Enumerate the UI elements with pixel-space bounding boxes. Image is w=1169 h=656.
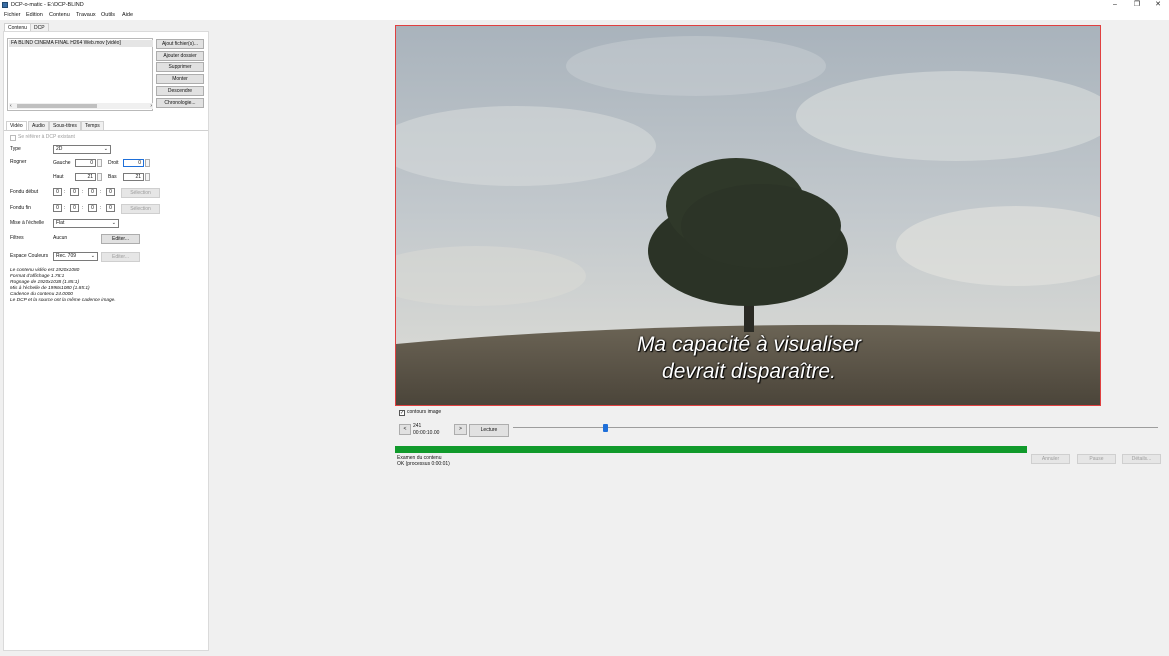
refer-dcp-label: Se référer à DCP existant bbox=[18, 134, 75, 140]
fade-out-select-button[interactable]: Sélection bbox=[121, 204, 160, 214]
fade-out-hours[interactable]: 0 bbox=[53, 204, 62, 212]
left-crop-label: Gauche bbox=[53, 160, 71, 166]
info-line: Le DCP et la source ont la même cadence … bbox=[10, 298, 116, 303]
tab-audio[interactable]: Audio bbox=[28, 121, 49, 130]
horizontal-scrollbar[interactable]: ‹ › bbox=[9, 103, 153, 109]
tab-subtitles[interactable]: Sous-titres bbox=[49, 121, 81, 130]
timeline-button[interactable]: Chronologie... bbox=[156, 98, 204, 108]
add-folder-button[interactable]: Ajouter dossier bbox=[156, 51, 204, 61]
type-select[interactable]: 2D ⌄ bbox=[53, 145, 111, 154]
fade-in-seconds[interactable]: 0 bbox=[88, 188, 97, 196]
separator: : bbox=[64, 205, 66, 211]
app-icon bbox=[2, 2, 8, 8]
chevron-down-icon: ⌄ bbox=[111, 220, 116, 226]
tab-timing[interactable]: Temps bbox=[81, 121, 104, 130]
menu-bar: Fichier Edition Contenu Travaux Outils A… bbox=[0, 10, 1169, 20]
list-item[interactable]: FA BLIND CINEMA FINAL H264 Web.mov [vidé… bbox=[9, 40, 153, 47]
timecode: 00:00:10.00 bbox=[413, 430, 440, 436]
maximize-button[interactable]: ❐ bbox=[1126, 0, 1148, 10]
chevron-down-icon: ⌄ bbox=[90, 253, 95, 259]
top-crop-field[interactable]: 21 bbox=[75, 173, 96, 181]
video-preview: Ma capacité à visualiser devrait dispara… bbox=[395, 25, 1101, 406]
filters-edit-button[interactable]: Editer... bbox=[101, 234, 140, 244]
fade-out-seconds[interactable]: 0 bbox=[88, 204, 97, 212]
move-down-button[interactable]: Descendre bbox=[156, 86, 204, 96]
colour-space-label: Espace Couleurs bbox=[10, 253, 49, 259]
bottom-crop-label: Bas bbox=[108, 174, 117, 180]
scroll-left-icon[interactable]: ‹ bbox=[10, 103, 12, 109]
fade-in-select-button[interactable]: Sélection bbox=[121, 188, 160, 198]
fade-out-minutes[interactable]: 0 bbox=[70, 204, 79, 212]
cancel-button[interactable]: Annuler bbox=[1031, 454, 1070, 464]
chevron-down-icon: ⌄ bbox=[103, 146, 108, 152]
type-value: 2D bbox=[56, 146, 63, 152]
fade-out-frames[interactable]: 0 bbox=[106, 204, 115, 212]
details-button[interactable]: Détails... bbox=[1122, 454, 1161, 464]
bottom-crop-stepper[interactable] bbox=[145, 173, 150, 181]
left-crop-stepper[interactable] bbox=[97, 159, 102, 167]
top-crop-stepper[interactable] bbox=[97, 173, 102, 181]
title-bar: DCP-o-matic - E:\DCP-BLIND – ❐ ✕ bbox=[0, 0, 1169, 10]
minimize-button[interactable]: – bbox=[1104, 0, 1126, 10]
right-crop-label: Droit bbox=[108, 160, 119, 166]
tab-divider bbox=[4, 130, 208, 131]
fade-in-hours[interactable]: 0 bbox=[53, 188, 62, 196]
separator: : bbox=[100, 205, 102, 211]
video-info: Le contenu vidéo est 1920x1080 Format d'… bbox=[10, 268, 116, 304]
subtitle-line: devrait disparaître. bbox=[662, 360, 836, 383]
menu-travaux[interactable]: Travaux bbox=[76, 12, 96, 18]
scroll-right-icon[interactable]: › bbox=[150, 103, 152, 109]
add-files-button[interactable]: Ajout fichier(s)... bbox=[156, 39, 204, 49]
remove-button[interactable]: Supprimer bbox=[156, 62, 204, 72]
scroll-thumb[interactable] bbox=[17, 104, 97, 108]
frame-number: 241 bbox=[413, 423, 422, 429]
menu-fichier[interactable]: Fichier bbox=[4, 12, 21, 18]
menu-contenu[interactable]: Contenu bbox=[49, 12, 70, 18]
crop-label: Rogner bbox=[10, 159, 27, 165]
move-up-button[interactable]: Monter bbox=[156, 74, 204, 84]
separator: : bbox=[64, 189, 66, 195]
content-list[interactable]: FA BLIND CINEMA FINAL H264 Web.mov [vidé… bbox=[7, 38, 153, 111]
right-crop-field[interactable]: 0 bbox=[123, 159, 144, 167]
left-crop-field[interactable]: 0 bbox=[75, 159, 96, 167]
filters-value: Aucun bbox=[53, 235, 68, 241]
refer-dcp-checkbox[interactable] bbox=[10, 135, 16, 141]
pause-button[interactable]: Pause bbox=[1077, 454, 1116, 464]
scale-label: Mise à l'échelle bbox=[10, 220, 45, 226]
right-crop-stepper[interactable] bbox=[145, 159, 150, 167]
filters-label: Filtres bbox=[10, 235, 24, 241]
fade-in-minutes[interactable]: 0 bbox=[70, 188, 79, 196]
top-crop-label: Haut bbox=[53, 174, 64, 180]
menu-aide[interactable]: Aide bbox=[122, 12, 133, 18]
colour-space-select[interactable]: Rec. 709 ⌄ bbox=[53, 252, 98, 261]
fade-out-label: Fondu fin bbox=[10, 205, 31, 211]
type-label: Type bbox=[10, 146, 21, 152]
scale-select[interactable]: Flat ⌄ bbox=[53, 219, 119, 228]
job-progress-bar bbox=[395, 446, 1027, 453]
job-status: OK (processus 0:00:01) bbox=[397, 461, 450, 467]
bottom-crop-field[interactable]: 21 bbox=[123, 173, 144, 181]
window-title: DCP-o-matic - E:\DCP-BLIND bbox=[11, 2, 84, 8]
seek-slider-thumb[interactable] bbox=[602, 424, 608, 432]
outline-label: contours image bbox=[407, 409, 442, 415]
play-button[interactable]: Lecture bbox=[469, 424, 509, 437]
menu-outils[interactable]: Outils bbox=[101, 12, 115, 18]
separator: : bbox=[82, 205, 84, 211]
outline-checkbox[interactable]: ✓ bbox=[399, 410, 405, 416]
colour-edit-button[interactable]: Editer... bbox=[101, 252, 140, 262]
seek-slider[interactable] bbox=[513, 427, 1158, 428]
menu-edition[interactable]: Edition bbox=[26, 12, 43, 18]
previous-frame-button[interactable]: < bbox=[399, 424, 411, 435]
scale-value: Flat bbox=[56, 220, 65, 226]
subtitle-line: Ma capacité à visualiser bbox=[636, 333, 862, 356]
close-button[interactable]: ✕ bbox=[1147, 0, 1169, 10]
tab-video[interactable]: Vidéo bbox=[6, 121, 27, 130]
colour-space-value: Rec. 709 bbox=[56, 253, 77, 259]
fade-in-frames[interactable]: 0 bbox=[106, 188, 115, 196]
separator: : bbox=[100, 189, 102, 195]
fade-in-label: Fondu début bbox=[10, 189, 39, 195]
separator: : bbox=[82, 189, 84, 195]
next-frame-button[interactable]: > bbox=[454, 424, 467, 435]
